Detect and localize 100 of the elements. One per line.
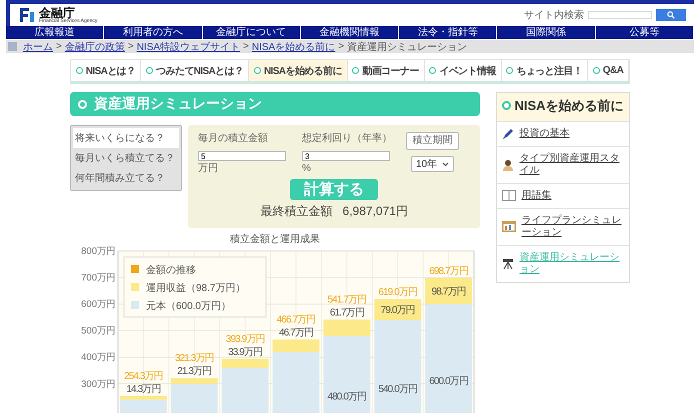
page-title-text: 資産運用シミュレーション xyxy=(94,95,262,113)
total-value-label: 321.3万円 xyxy=(174,353,214,364)
total-value-label: 619.0万円 xyxy=(378,287,418,298)
principal-bar xyxy=(272,352,320,413)
axis-tick-label: 500万円 xyxy=(81,326,115,337)
bullet-icon xyxy=(506,67,514,74)
mode-tab[interactable]: 毎月いくら積立てる？ xyxy=(73,148,179,168)
search-button[interactable] xyxy=(656,9,686,21)
field-label: 積立期間 xyxy=(412,134,453,147)
bullet-icon xyxy=(254,67,261,74)
profit-bar xyxy=(170,378,218,384)
profit-bar xyxy=(374,299,422,320)
result-label: 最終積立金額 xyxy=(260,203,333,220)
nav-link[interactable]: 国際関係 xyxy=(497,26,596,39)
profit-value-label: 33.9万円 xyxy=(228,346,262,358)
bullet-icon xyxy=(76,67,83,74)
tripod-icon xyxy=(502,258,514,270)
chart-title: 積立金額と運用成果 xyxy=(229,232,322,245)
breadcrumb-separator: > xyxy=(243,41,249,52)
unit-label: 万円 xyxy=(198,164,219,174)
profit-value-label: 61.7万円 xyxy=(330,308,364,319)
person-icon xyxy=(502,158,514,171)
axis-tick-label: 800万円 xyxy=(81,246,115,257)
legend-label: 運用収益（98.7万円） xyxy=(146,283,246,294)
profit-value-label: 21.3万円 xyxy=(177,366,212,378)
breadcrumb-link[interactable]: NISAを始める前に xyxy=(252,40,336,54)
field-label: 想定利回り（年率） xyxy=(302,132,393,145)
pen-icon xyxy=(502,128,514,140)
nav-tab[interactable]: NISAを始める前に xyxy=(249,60,348,81)
nav-link[interactable]: 金融庁について xyxy=(202,26,301,39)
sidebar-link[interactable]: タイプ別資産運用スタイル xyxy=(519,152,624,177)
total-value-label: 466.7万円 xyxy=(276,314,316,326)
principal-value-label: 540.0万円 xyxy=(378,384,418,395)
profit-value-label: 14.3万円 xyxy=(126,384,160,395)
profit-value-label: 98.7万円 xyxy=(432,286,466,298)
input-field[interactable]: 5 xyxy=(198,151,286,161)
breadcrumb-link[interactable]: 金融庁の政策 xyxy=(64,40,125,54)
field-label: 毎月の積立金額 xyxy=(198,132,269,145)
unit-label: % xyxy=(302,164,312,174)
breadcrumb-separator: > xyxy=(338,41,344,52)
result-value: 6,987,071円 xyxy=(342,203,408,220)
chart-icon xyxy=(502,221,516,232)
principal-value-label: 600.0万円 xyxy=(429,376,468,387)
bullet-icon xyxy=(592,67,600,74)
total-value-label: 393.9万円 xyxy=(226,334,264,345)
square-icon xyxy=(8,42,17,51)
nav-tab[interactable]: 動画コーナー xyxy=(348,60,425,81)
sidebar-link[interactable]: ライフプランシミュレーション xyxy=(521,214,624,239)
nav-tab[interactable]: NISAとは？ xyxy=(71,60,142,81)
nav-tab[interactable]: イベント情報 xyxy=(424,60,502,81)
search-label: サイト内検索 xyxy=(524,8,584,22)
legend-label: 金額の推移 xyxy=(146,265,196,276)
bullet-icon xyxy=(352,67,360,74)
nav-link[interactable]: 金融機関情報 xyxy=(300,26,400,39)
principal-bar xyxy=(222,368,269,413)
axis-tick-label: 600万円 xyxy=(81,299,115,310)
axis-tick-label: 700万円 xyxy=(81,272,115,284)
nav-link[interactable]: 法令・指針等 xyxy=(399,26,498,39)
nav-link[interactable]: 公募等 xyxy=(596,26,694,39)
breadcrumb-separator: > xyxy=(56,41,62,52)
principal-bar xyxy=(170,384,218,413)
logo-icon[interactable] xyxy=(18,6,36,24)
sidebar-link[interactable]: 投資の基本 xyxy=(519,128,570,140)
logo-text[interactable]: 金融庁 xyxy=(39,6,98,18)
mode-tab[interactable]: 何年間積み立てる？ xyxy=(73,168,179,188)
bullet-icon xyxy=(429,67,436,74)
total-value-label: 698.7万円 xyxy=(429,266,468,277)
sidebar-title: NISAを始める前に xyxy=(514,98,624,115)
principal-bar xyxy=(120,400,167,413)
total-value-label: 541.7万円 xyxy=(328,294,366,306)
period-dropdown[interactable]: 10年 xyxy=(411,156,454,172)
profit-bar xyxy=(323,320,370,336)
search-field[interactable] xyxy=(588,11,652,19)
axis-tick-label: 400万円 xyxy=(81,352,115,364)
breadcrumb-link[interactable]: NISA特設ウェブサイト xyxy=(136,40,240,54)
profit-value-label: 79.0万円 xyxy=(380,305,415,316)
nav-link[interactable]: 広報報道 xyxy=(6,26,104,39)
search-icon xyxy=(667,11,675,19)
book-icon xyxy=(502,190,516,202)
nav-tab[interactable]: Q&A xyxy=(588,60,629,81)
breadcrumb-separator: > xyxy=(128,41,134,52)
principal-value-label: 480.0万円 xyxy=(328,392,366,403)
bullet-icon xyxy=(146,67,154,74)
profit-bar xyxy=(272,340,320,352)
profit-bar xyxy=(120,396,167,400)
bullet-icon xyxy=(78,100,87,108)
breadcrumb-current: 資産運用シミュレーション xyxy=(347,40,468,54)
axis-tick-label: 300万円 xyxy=(81,378,115,390)
bullet-icon xyxy=(502,101,512,110)
caret-icon xyxy=(442,162,450,166)
input-field[interactable]: 3 xyxy=(302,151,390,161)
mode-tab[interactable]: 将来いくらになる？ xyxy=(73,128,179,148)
total-value-label: 254.3万円 xyxy=(124,370,163,382)
sidebar-link[interactable]: 用語集 xyxy=(521,190,552,202)
nav-link[interactable]: 利用者の方へ xyxy=(104,26,203,39)
nav-tab[interactable]: ちょっと注目！ xyxy=(502,60,588,81)
breadcrumb-link[interactable]: ホーム xyxy=(23,40,53,54)
legend-label: 元本（600.0万円） xyxy=(146,301,231,312)
profit-bar xyxy=(425,278,472,304)
profit-value-label: 46.7万円 xyxy=(278,328,314,339)
